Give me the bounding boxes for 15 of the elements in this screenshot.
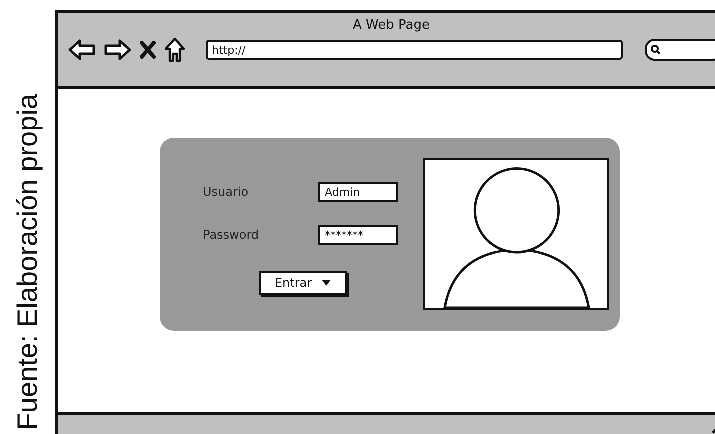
home-icon[interactable]	[164, 37, 186, 63]
text-field[interactable]: Admin	[318, 182, 398, 202]
address-field[interactable]: http://	[206, 40, 623, 60]
window-title: A Web Page	[353, 18, 430, 33]
close-icon[interactable]	[140, 41, 156, 59]
figure-caption: Fuente: Elaboración propia	[12, 94, 44, 430]
field-label: Usuario	[203, 185, 250, 199]
field-label: Password	[203, 228, 260, 242]
back-icon[interactable]	[68, 39, 96, 61]
search-icon	[651, 45, 661, 55]
dropdown-button[interactable]: Entrar	[259, 271, 347, 295]
forward-icon[interactable]	[104, 39, 132, 61]
caret-icon	[322, 280, 332, 286]
search-field[interactable]	[645, 39, 715, 61]
password-field[interactable]: *******	[318, 225, 398, 245]
